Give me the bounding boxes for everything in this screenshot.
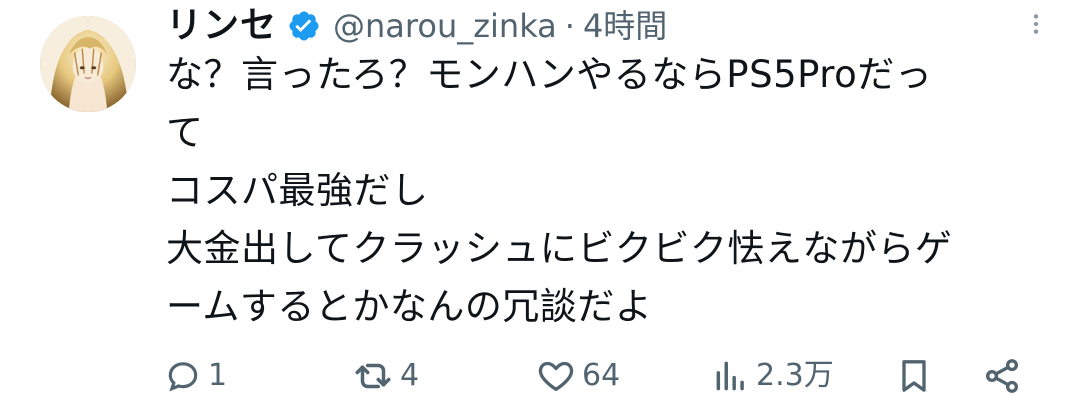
views-count: 2.3万: [756, 358, 834, 393]
share-icon: [982, 356, 1022, 396]
retweet-button[interactable]: 4: [352, 348, 419, 404]
more-button[interactable]: [1016, 6, 1056, 46]
tweet-text: な？言ったろ？モンハンやるならPS5Proだっ て コスパ最強だし 大金出してク…: [166, 53, 953, 328]
more-vertical-icon: [1023, 11, 1049, 41]
heart-icon: [536, 356, 576, 396]
tweet-header: リンセ @narou_zinka · 4時間: [166, 0, 1056, 52]
display-name[interactable]: リンセ: [166, 8, 277, 44]
handle[interactable]: @narou_zinka: [333, 10, 557, 42]
avatar-image: [40, 16, 136, 112]
like-count: 64: [582, 358, 621, 393]
bookmark-button[interactable]: [894, 348, 934, 404]
views-bar-chart-icon: [712, 357, 750, 395]
retweet-count: 4: [400, 358, 420, 393]
share-button[interactable]: [982, 348, 1022, 404]
action-bar: 1 4 64 2.3万: [164, 348, 1044, 404]
bookmark-icon: [894, 356, 934, 396]
views-button[interactable]: 2.3万: [712, 348, 834, 404]
separator-dot: ·: [564, 7, 575, 45]
retweet-icon: [352, 355, 394, 397]
reply-count: 1: [208, 358, 228, 393]
like-button[interactable]: 64: [536, 348, 620, 404]
verified-badge-icon: [287, 9, 321, 43]
avatar[interactable]: [40, 16, 136, 112]
timestamp[interactable]: 4時間: [583, 10, 667, 42]
reply-icon: [164, 357, 202, 395]
reply-button[interactable]: 1: [164, 348, 227, 404]
